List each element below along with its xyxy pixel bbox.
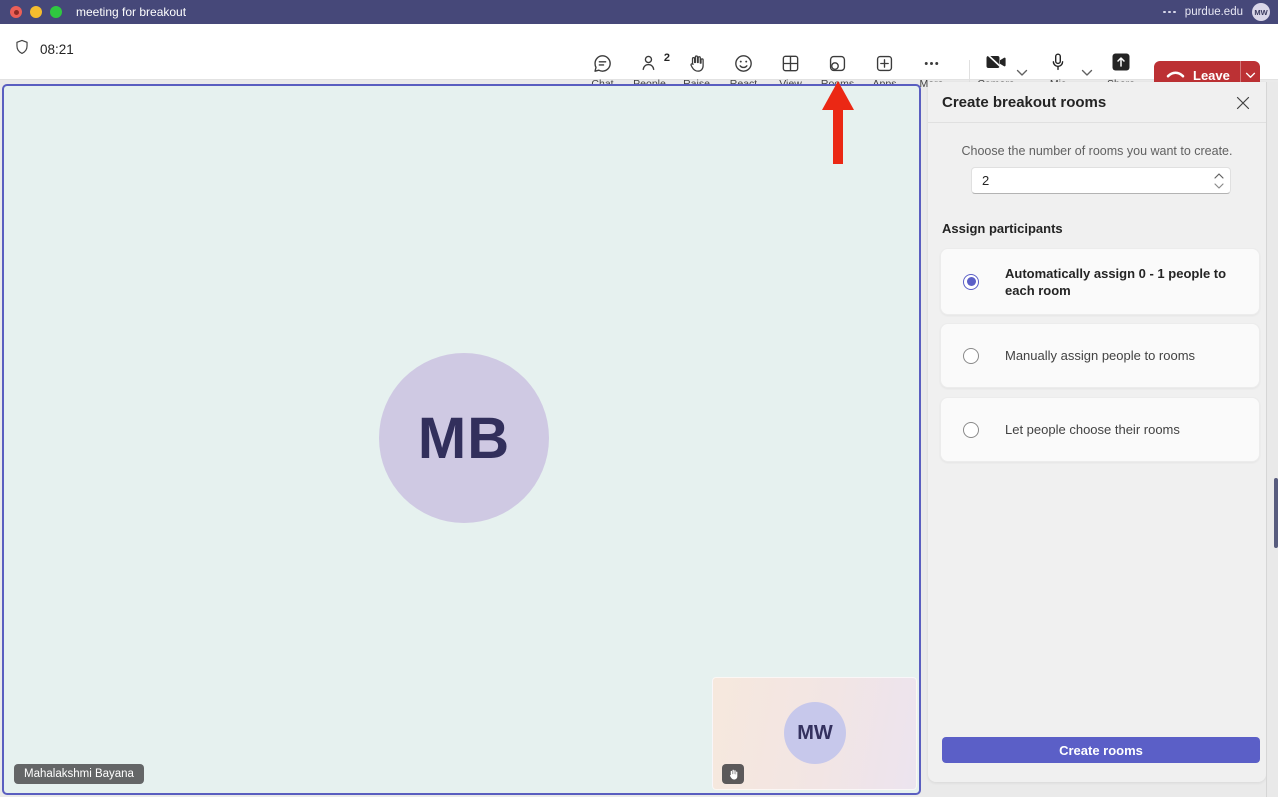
- option-people-choose[interactable]: Let people choose their rooms: [940, 397, 1260, 462]
- mic-icon: [1048, 52, 1068, 77]
- close-panel-button[interactable]: [1230, 90, 1256, 116]
- react-smiley-icon: [733, 52, 754, 74]
- people-count-badge: 2: [664, 52, 670, 64]
- chat-icon: [592, 52, 613, 74]
- account-name[interactable]: purdue.edu: [1185, 6, 1243, 18]
- create-breakout-rooms-panel: Create breakout rooms Choose the number …: [928, 82, 1266, 782]
- teams-meeting-window: meeting for breakout purdue.edu MW 08:21…: [0, 0, 1278, 797]
- panel-title: Create breakout rooms: [942, 94, 1106, 111]
- video-stage: MB Mahalakshmi Bayana MW: [2, 84, 921, 795]
- panel-header: Create breakout rooms: [928, 82, 1266, 123]
- option-label: Let people choose their rooms: [1005, 421, 1180, 438]
- self-view-tile[interactable]: MW: [712, 677, 917, 790]
- window-title: meeting for breakout: [76, 5, 186, 19]
- rooms-count-spinner: [1209, 168, 1229, 193]
- view-grid-icon: [780, 52, 801, 74]
- option-manual-assign[interactable]: Manually assign people to rooms: [940, 323, 1260, 388]
- rooms-count-input[interactable]: [971, 167, 1231, 194]
- window-controls: [10, 6, 62, 18]
- user-avatar[interactable]: MW: [1252, 3, 1270, 21]
- titlebar-more-icon[interactable]: [1163, 11, 1176, 14]
- leave-options-chevron-down-icon[interactable]: [1241, 72, 1260, 79]
- share-screen-icon: [1111, 52, 1131, 77]
- close-icon: [1236, 96, 1250, 110]
- radio-unselected-icon[interactable]: [963, 348, 979, 364]
- meeting-timer: 08:21: [13, 38, 74, 60]
- maximize-window-button[interactable]: [50, 6, 62, 18]
- camera-off-icon: [984, 52, 1008, 77]
- apps-plus-icon: [874, 52, 895, 74]
- participant-name-label: Mahalakshmi Bayana: [14, 764, 144, 784]
- mic-options-chevron-down-icon[interactable]: [1081, 64, 1093, 82]
- option-label: Manually assign people to rooms: [1005, 347, 1195, 364]
- create-rooms-button[interactable]: Create rooms: [942, 737, 1260, 763]
- scrollbar-thumb[interactable]: [1274, 478, 1278, 548]
- close-window-button[interactable]: [10, 6, 22, 18]
- option-label: Automatically assign 0 - 1 people to eac…: [1005, 265, 1241, 299]
- more-ellipsis-icon: [921, 52, 942, 74]
- window-titlebar: meeting for breakout purdue.edu MW: [0, 0, 1278, 24]
- spinner-down-chevron-icon[interactable]: [1214, 181, 1224, 190]
- leave-label: Leave: [1193, 68, 1230, 83]
- camera-options-chevron-down-icon[interactable]: [1016, 64, 1028, 82]
- option-auto-assign[interactable]: Automatically assign 0 - 1 people to eac…: [940, 248, 1260, 315]
- raised-hand-badge: [722, 764, 744, 784]
- radio-selected-icon[interactable]: [963, 274, 979, 290]
- people-icon: 2: [639, 52, 660, 74]
- right-gutter: [1266, 82, 1278, 797]
- timer-value: 08:21: [40, 42, 74, 57]
- rooms-count-instruction: Choose the number of rooms you want to c…: [928, 144, 1266, 158]
- radio-unselected-icon[interactable]: [963, 422, 979, 438]
- minimize-window-button[interactable]: [30, 6, 42, 18]
- spinner-up-chevron-icon[interactable]: [1214, 171, 1224, 180]
- shield-icon: [13, 38, 31, 60]
- assign-participants-heading: Assign participants: [942, 221, 1063, 236]
- participant-avatar: MB: [379, 353, 549, 523]
- meeting-toolbar: 08:21 Chat 2 People Raise: [0, 24, 1278, 80]
- raise-hand-icon: [686, 52, 707, 74]
- breakout-rooms-icon: [827, 52, 848, 74]
- self-avatar: MW: [784, 702, 846, 764]
